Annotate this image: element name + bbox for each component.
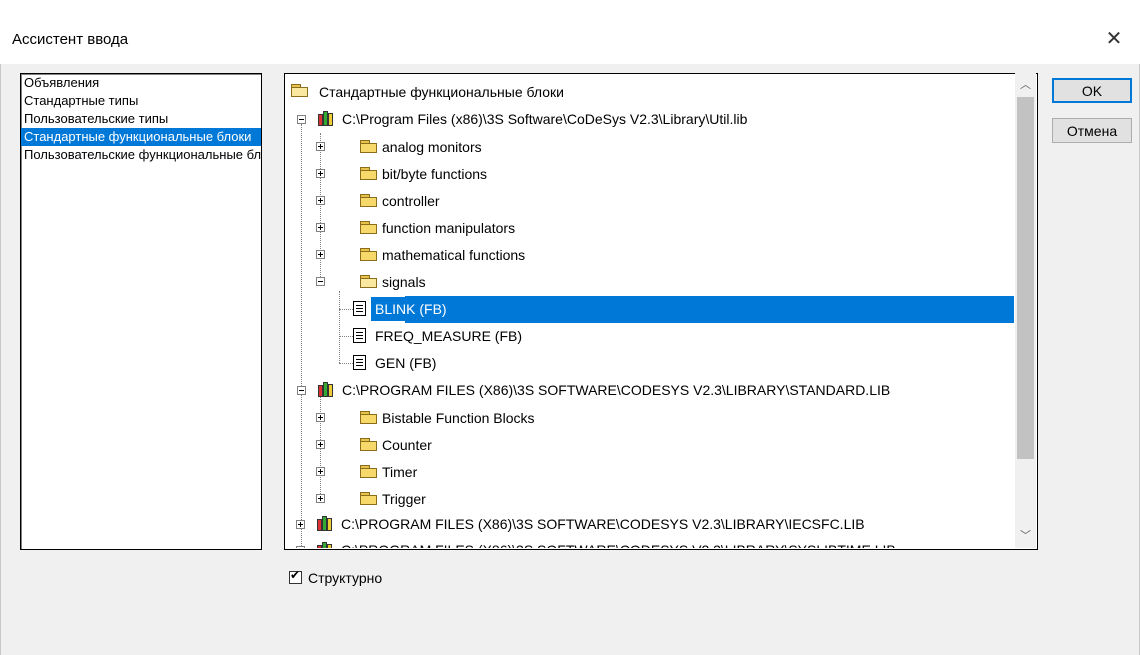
tree-folder-controller[interactable]: controller: [378, 188, 444, 214]
folder-icon: [360, 438, 378, 451]
tree-folder-signals[interactable]: signals: [378, 269, 430, 295]
structured-checkbox-label: Структурно: [308, 570, 383, 586]
tree-item-gen[interactable]: GEN (FB): [371, 350, 440, 376]
folder-open-icon: [291, 84, 309, 97]
window-title: Ассистент ввода: [12, 31, 129, 48]
tree-item-label: FREQ_MEASURE (FB): [375, 328, 523, 344]
library-standard[interactable]: C:\PROGRAM FILES (X86)\3S SOFTWARE\CODES…: [338, 377, 894, 403]
tree-folder-function-manipulators[interactable]: function manipulators: [378, 215, 519, 241]
folder-icon: [360, 465, 378, 478]
tree-folder-label: mathematical functions: [382, 247, 526, 263]
expand-icon[interactable]: [316, 196, 325, 205]
ok-button[interactable]: OK: [1052, 78, 1132, 103]
tree-item-label: BLINK (FB): [371, 297, 451, 321]
tree-folder-label: Counter: [382, 437, 432, 453]
expand-icon[interactable]: [316, 250, 325, 259]
tree-line: [339, 363, 353, 364]
tree-folder-timer[interactable]: Timer: [378, 459, 421, 485]
tree-folder-trigger[interactable]: Trigger: [378, 486, 430, 512]
collapse-icon[interactable]: [316, 277, 325, 286]
function-block-icon: [353, 301, 366, 316]
collapse-icon[interactable]: [297, 386, 306, 395]
scroll-down-icon[interactable]: ﹀: [1015, 526, 1036, 546]
tree-item-blink[interactable]: BLINK (FB): [371, 296, 451, 322]
category-item-standard-types[interactable]: Стандартные типы: [21, 92, 261, 110]
scrollbar-thumb[interactable]: [1017, 97, 1034, 459]
tree-folder-counter[interactable]: Counter: [378, 432, 436, 458]
category-item-user-types[interactable]: Пользовательские типы: [21, 110, 261, 128]
folder-icon: [360, 221, 378, 234]
library-util[interactable]: C:\Program Files (x86)\3S Software\CoDeS…: [338, 106, 751, 132]
library-icon: [318, 110, 336, 126]
expand-icon[interactable]: [316, 494, 325, 503]
tree-line: [339, 309, 353, 310]
tree-folder-label: bit/byte functions: [382, 166, 488, 182]
tree-folder-label: analog monitors: [382, 139, 482, 155]
category-list[interactable]: Объявления Стандартные типы Пользователь…: [20, 73, 262, 550]
folder-open-icon: [360, 275, 378, 288]
category-item-user-function-blocks[interactable]: Пользовательские функциональные блоки: [21, 146, 261, 164]
folder-icon: [360, 492, 378, 505]
library-standard-label: C:\PROGRAM FILES (X86)\3S SOFTWARE\CODES…: [342, 382, 891, 398]
tree-folder-label: controller: [382, 193, 440, 209]
tree-line: [320, 133, 321, 285]
folder-icon: [360, 194, 378, 207]
tree-folder-mathematical-functions[interactable]: mathematical functions: [378, 242, 529, 268]
tree-root-label: Стандартные функциональные блоки: [319, 84, 564, 100]
expand-icon[interactable]: [316, 142, 325, 151]
tree-folder-bistable[interactable]: Bistable Function Blocks: [378, 405, 539, 431]
tree-folder-label: function manipulators: [382, 220, 516, 236]
expand-icon[interactable]: [316, 223, 325, 232]
tree-folder-bit-byte-functions[interactable]: bit/byte functions: [378, 161, 491, 187]
folder-icon: [360, 248, 378, 261]
scroll-up-icon[interactable]: ︿: [1015, 75, 1036, 95]
folder-icon: [360, 411, 378, 424]
tree-item-freq-measure[interactable]: FREQ_MEASURE (FB): [371, 323, 526, 349]
tree-folder-analog-monitors[interactable]: analog monitors: [378, 134, 486, 160]
collapse-icon[interactable]: [297, 115, 306, 124]
structured-checkbox[interactable]: [289, 568, 302, 584]
window-border-left: [0, 64, 1, 655]
expand-icon[interactable]: [316, 467, 325, 476]
expand-icon[interactable]: [316, 440, 325, 449]
title-bar: Ассистент ввода ✕: [0, 0, 1140, 65]
tree-line: [339, 336, 353, 337]
expand-icon[interactable]: [316, 169, 325, 178]
tree-scrollbar[interactable]: ︿ ﹀: [1015, 73, 1036, 548]
category-item-declarations[interactable]: Объявления: [21, 74, 261, 92]
tree-line: [301, 124, 302, 548]
tree-root[interactable]: Стандартные функциональные блоки: [315, 79, 568, 105]
tree-folder-label: Trigger: [382, 491, 426, 507]
cancel-button[interactable]: Отмена: [1052, 118, 1132, 143]
selection-highlight: [405, 296, 1014, 323]
tree-line: [339, 291, 340, 363]
tree-folder-label: Bistable Function Blocks: [382, 410, 535, 426]
close-icon[interactable]: ✕: [1102, 26, 1126, 51]
folder-icon: [360, 140, 378, 153]
expand-icon[interactable]: [316, 413, 325, 422]
folder-icon: [360, 167, 378, 180]
tree-item-label: GEN (FB): [375, 355, 437, 371]
library-icon: [318, 381, 336, 397]
function-block-icon: [353, 355, 366, 370]
tree-folder-label: signals: [382, 274, 426, 290]
tree-folder-label: Timer: [382, 464, 418, 480]
library-util-label: C:\Program Files (x86)\3S Software\CoDeS…: [342, 111, 748, 127]
category-item-standard-function-blocks[interactable]: Стандартные функциональные блоки: [21, 128, 261, 146]
function-block-icon: [353, 328, 366, 343]
tree-view[interactable]: Стандартные функциональные блоки C:\Prog…: [284, 73, 1038, 550]
